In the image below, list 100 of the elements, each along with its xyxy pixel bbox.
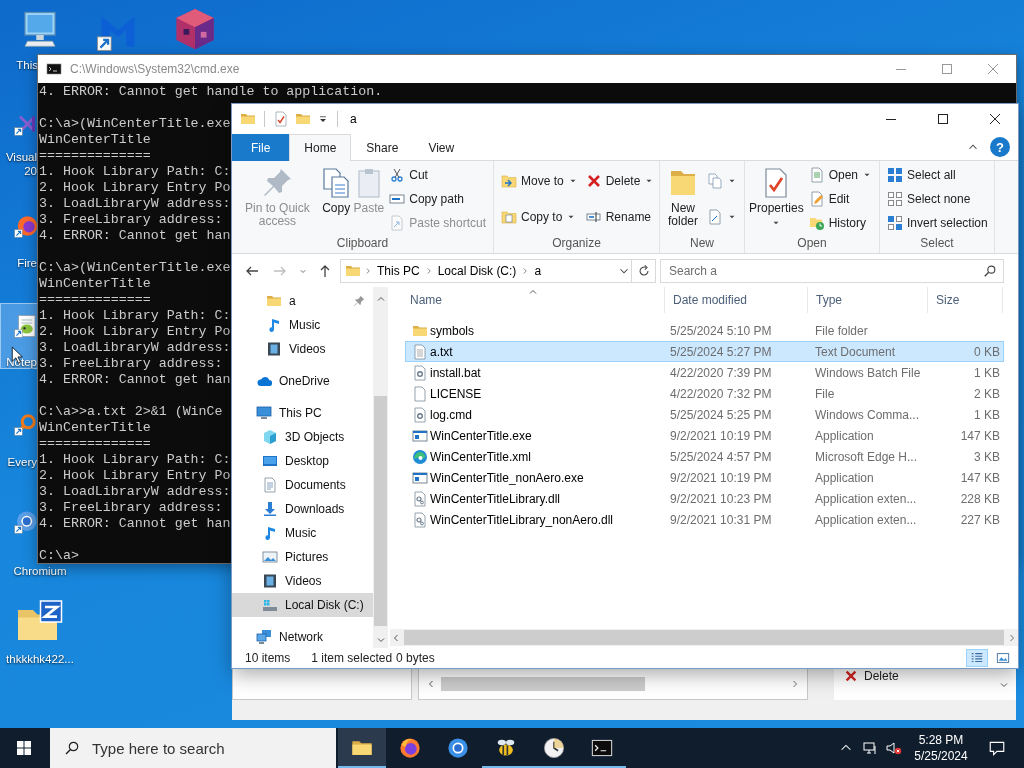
column-header[interactable]: Date modified: [665, 287, 808, 313]
search-box[interactable]: Search a: [660, 258, 1004, 283]
gear-file-icon: [412, 490, 428, 507]
music-note-icon: [266, 317, 282, 333]
breadcrumb[interactable]: Local Disk (C:): [435, 263, 519, 278]
address-bar[interactable]: This PC Local Disk (C:) a: [340, 258, 632, 283]
column-header[interactable]: Type: [808, 287, 928, 313]
network-icon: [256, 629, 272, 645]
clock-icon: [543, 737, 565, 759]
search-field[interactable]: Type here to search: [92, 739, 336, 757]
monitor-icon: [256, 405, 272, 421]
ribbon-button[interactable]: Properties: [750, 163, 803, 228]
file-row[interactable]: WinCenterTitle.exe 9/2/2021 10:19 PM Application 147 KB: [405, 425, 1004, 446]
file-row[interactable]: a.txt 5/25/2024 5:27 PM Text Document 0 KB: [405, 341, 1004, 362]
checklist-icon[interactable]: [273, 111, 289, 127]
nav-item[interactable]: OneDrive: [232, 369, 373, 393]
history-icon: [808, 215, 825, 231]
ribbon-button[interactable]: Select all: [885, 164, 990, 186]
menu-item[interactable]: Delete: [864, 669, 899, 683]
nav-item[interactable]: This PC: [232, 401, 373, 425]
console-line: 2. Hook Library Entry Po: [39, 180, 231, 196]
search-box[interactable]: Type here to search: [50, 728, 336, 768]
ribbon-tab[interactable]: View: [413, 134, 470, 161]
network-icon: [862, 740, 878, 756]
file-row[interactable]: symbols 5/25/2024 5:10 PM File folder: [405, 320, 1004, 341]
table-cell-text: 4/22/2020 7:39 PM: [669, 365, 773, 380]
nav-item[interactable]: Downloads: [232, 497, 373, 521]
ribbon-tab[interactable]: Share: [351, 134, 414, 161]
column-header[interactable]: Size: [928, 287, 1003, 313]
ribbon-tab[interactable]: Home: [289, 134, 352, 161]
search-field[interactable]: Search a: [669, 263, 983, 278]
magnifier-icon[interactable]: [14, 412, 38, 436]
nav-item[interactable]: Videos: [232, 337, 373, 361]
ribbon-button[interactable]: Select none: [885, 188, 990, 210]
nav-item[interactable]: Local Disk (C:): [232, 593, 373, 617]
nav-item[interactable]: a: [232, 289, 373, 313]
file-row[interactable]: install.bat 4/22/2020 7:39 PM Windows Batch File 1 KB: [405, 362, 1004, 383]
console-line: 1. Hook Library Path: C:: [39, 164, 231, 180]
taskbar-app[interactable]: [338, 728, 386, 768]
file-row[interactable]: WinCenterTitle.xml 5/25/2024 4:57 PM Microsoft Edge H... 3 KB: [405, 446, 1004, 467]
file-name: WinCenterTitleLibrary_nonAero.dll: [430, 512, 613, 527]
group-label: Select: [919, 235, 955, 252]
film-icon: [266, 341, 282, 357]
breadcrumb[interactable]: This PC: [375, 263, 422, 278]
ribbon-button[interactable]: New folder: [665, 163, 701, 228]
ribbon-button[interactable]: Copy: [321, 163, 351, 215]
ribbon-button[interactable]: Edit: [806, 188, 874, 210]
table-cell-text: Application: [814, 428, 875, 443]
file-row[interactable]: WinCenterTitle_nonAero.exe 9/2/2021 10:19 PM Application 147 KB: [405, 467, 1004, 488]
nav-item[interactable]: Videos: [232, 569, 373, 593]
ribbon-button[interactable]: Copy to: [499, 206, 580, 228]
ribbon-button[interactable]: Copy path: [387, 188, 488, 210]
path-icon: [389, 191, 406, 207]
table-cell-text: 1 KB: [973, 365, 1001, 380]
console-line: ==============: [39, 292, 151, 308]
x-mark-icon: [585, 173, 602, 189]
notepad-icon[interactable]: [14, 314, 38, 338]
nav-item[interactable]: Documents: [232, 473, 373, 497]
search-icon: [983, 263, 997, 278]
breadcrumb[interactable]: a: [532, 263, 544, 278]
ribbon-button[interactable]: Open: [806, 164, 874, 186]
help-button[interactable]: ?: [990, 137, 1010, 157]
nav-item[interactable]: Music: [232, 521, 373, 545]
console-line: 2. Hook Library Entry Po: [39, 468, 231, 484]
nav-item[interactable]: Music: [232, 313, 373, 337]
nav-item[interactable]: Pictures: [232, 545, 373, 569]
table-cell-text: 2 KB: [973, 386, 1001, 401]
status-text: 10 items: [245, 651, 291, 665]
table-cell-text: 147 KB: [959, 428, 1001, 443]
view-button[interactable]: [966, 649, 988, 667]
maximize-icon: [935, 111, 951, 127]
file-menu-tab[interactable]: File: [232, 134, 290, 161]
table-cell-text: 5/25/2024 4:57 PM: [669, 449, 773, 464]
icon-label: Every: [6, 455, 37, 469]
ribbon-button[interactable]: Move to: [499, 170, 580, 192]
ribbon-button[interactable]: Delete: [583, 170, 657, 192]
refresh-button[interactable]: [632, 258, 656, 283]
scrollbar-thumb[interactable]: [404, 630, 1004, 645]
nav-item[interactable]: Network: [232, 625, 373, 648]
file-row[interactable]: LICENSE 4/22/2020 7:32 PM File 2 KB: [405, 383, 1004, 404]
nav-item[interactable]: 3D Objects: [232, 425, 373, 449]
scrollbar-thumb[interactable]: [441, 676, 645, 691]
group-label: Organize: [551, 235, 602, 252]
ribbon-button[interactable]: Invert selection: [885, 212, 990, 234]
customize-arrow-icon[interactable]: [317, 113, 329, 125]
scrollbar-thumb[interactable]: [374, 396, 387, 626]
ribbon-button[interactable]: History: [806, 212, 874, 234]
clock[interactable]: 5:28 PM 5/25/2024: [906, 728, 976, 768]
file-row[interactable]: WinCenterTitleLibrary.dll 9/2/2021 10:23 PM Application exten... 228 KB: [405, 488, 1004, 509]
column-header[interactable]: Name: [402, 287, 665, 313]
file-row[interactable]: log.cmd 5/25/2024 5:25 PM Windows Comma... 1 KB: [405, 404, 1004, 425]
browser-icon[interactable]: [14, 510, 38, 534]
search-icon: [64, 740, 80, 756]
ribbon-button[interactable]: Cut: [387, 164, 488, 186]
muted-speaker-icon: [886, 740, 902, 756]
logo-icon[interactable]: [14, 214, 38, 238]
nav-item[interactable]: Desktop: [232, 449, 373, 473]
ribbon-button[interactable]: Rename: [583, 206, 657, 228]
file-row[interactable]: WinCenterTitleLibrary_nonAero.dll 9/2/2021 10:31 PM Application exten... 227 KB: [405, 509, 1004, 530]
screen-icon: [262, 453, 278, 469]
